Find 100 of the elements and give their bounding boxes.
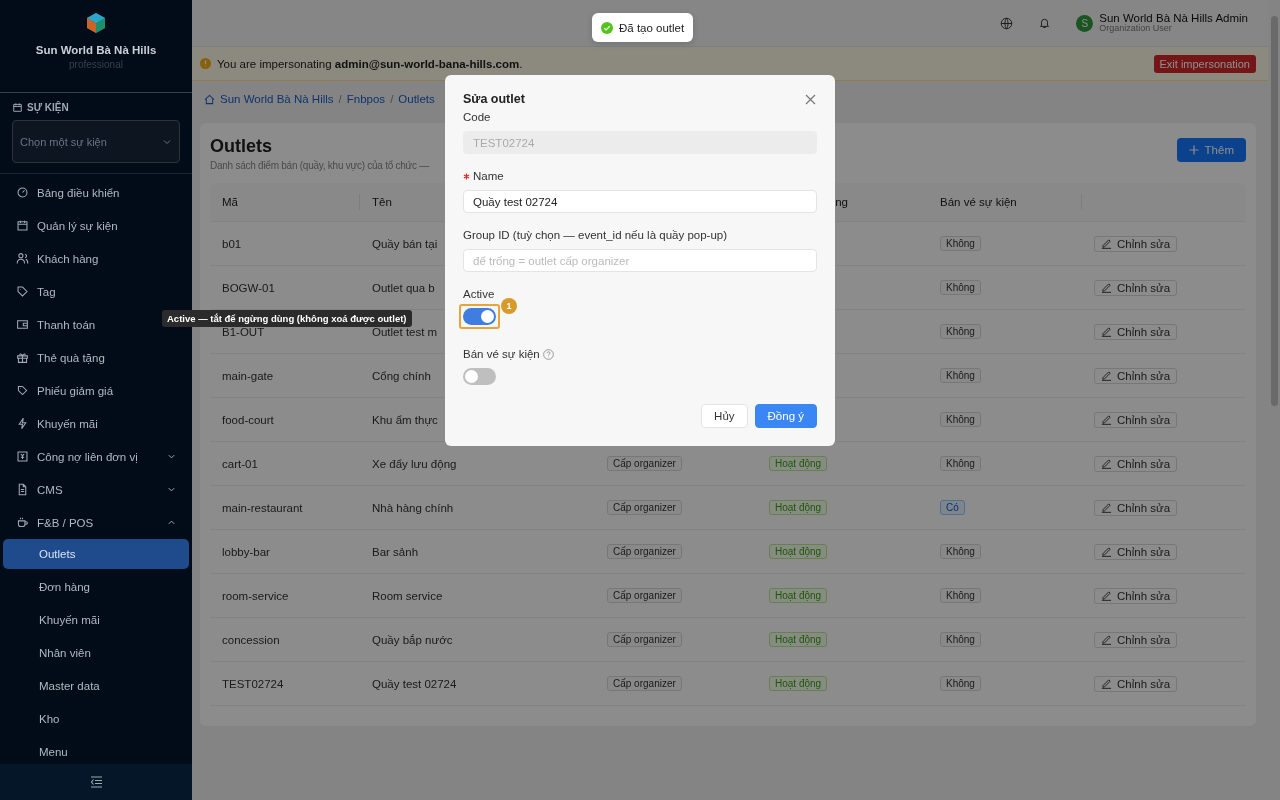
toggle-switch[interactable]	[463, 368, 496, 385]
scope-tag: Cấp organizer	[607, 632, 682, 647]
pencil-icon	[1101, 458, 1112, 469]
edit-button[interactable]: Chỉnh sửa	[1094, 235, 1178, 252]
pencil-icon	[1101, 326, 1112, 337]
column-header: ng	[835, 196, 848, 208]
breadcrumb-separator: /	[390, 93, 394, 105]
nav-subitem[interactable]: Đơn hàng	[3, 572, 189, 602]
dialog-title: Sửa outlet	[463, 92, 525, 106]
nav-subitem[interactable]: Kho	[3, 704, 189, 734]
table-cell: Xe đẩy lưu động	[372, 457, 457, 470]
tag-icon	[16, 285, 29, 298]
nav-item[interactable]: Bảng điều khiển	[0, 176, 136, 209]
pencil-icon	[1101, 590, 1112, 601]
page-subtitle: Danh sách điểm bán (quầy, khu vực) của tổ chức —	[210, 160, 430, 171]
close-icon[interactable]	[805, 93, 816, 105]
status-tag: Hoạt động	[769, 676, 828, 691]
ticket-sale-tag: Không	[940, 676, 981, 691]
confirm-button[interactable]: Đồng ý	[754, 404, 817, 428]
edit-button[interactable]: Chỉnh sửa	[1094, 323, 1178, 340]
nav-item[interactable]: Thẻ quà tặng	[0, 341, 121, 374]
edit-button[interactable]: Chỉnh sửa	[1094, 587, 1178, 604]
edit-button[interactable]: Chỉnh sửa	[1094, 675, 1178, 692]
pencil-icon	[1101, 678, 1112, 689]
nav-item[interactable]: Khách hàng	[0, 242, 115, 275]
scope-tag: Cấp organizer	[607, 456, 682, 471]
table-cell: Outlet test m	[372, 325, 438, 338]
cup-icon	[16, 516, 29, 529]
nav-item[interactable]: Phiếu giảm giá	[0, 374, 130, 407]
nav-item[interactable]: Thanh toán	[0, 308, 112, 341]
table-cell: Outlet qua b	[372, 281, 435, 294]
edit-button[interactable]: Chỉnh sửa	[1094, 455, 1178, 472]
scope-tag: Cấp organizer	[607, 588, 682, 603]
edit-button[interactable]: Chỉnh sửa	[1094, 279, 1178, 296]
input-field[interactable]: Quầy test 02724	[463, 190, 817, 213]
calendar-icon	[12, 102, 23, 113]
scope-tag: Cấp organizer	[607, 500, 682, 515]
nav-subitem[interactable]: Master data	[3, 671, 189, 701]
document-icon	[16, 483, 29, 496]
user-role: Organization User	[1099, 24, 1173, 35]
status-tag: Hoạt động	[769, 544, 828, 559]
page-title: Outlets	[210, 136, 273, 157]
bell-icon[interactable]	[1039, 17, 1051, 29]
gift-icon	[16, 351, 29, 364]
column-header: Bán vé sự kiện	[940, 196, 1017, 208]
ledger-icon	[16, 450, 29, 463]
status-tag: Hoạt động	[769, 588, 828, 603]
table-cell: b01	[222, 237, 242, 250]
nav-subitem[interactable]: Nhân viên	[3, 638, 189, 668]
nav-item[interactable]: Công nợ liên đơn vị	[0, 440, 192, 473]
pencil-icon	[1101, 282, 1112, 293]
ticket-sale-tag: Không	[940, 236, 981, 251]
status-tag: Hoạt động	[769, 456, 828, 471]
tag-icon	[16, 384, 29, 397]
impersonation-message: You are impersonating admin@sun-world-bana-hills.com.	[217, 57, 524, 70]
nav-item[interactable]: F&B / POS	[0, 506, 192, 539]
nav-subitem[interactable]: Khuyến mãi	[3, 605, 189, 635]
table-cell: Cổng chính	[372, 369, 431, 382]
nav-subitem[interactable]: Menu	[3, 737, 189, 764]
field-label: Bán vé sự kiện	[463, 348, 540, 360]
nav-item[interactable]: CMS	[0, 473, 192, 506]
ticket-sale-tag: Không	[940, 280, 981, 295]
pencil-icon	[1101, 238, 1112, 249]
nav-subitem[interactable]: Outlets	[3, 539, 189, 569]
table-cell: B1-OUT	[222, 325, 265, 338]
edit-button[interactable]: Chỉnh sửa	[1094, 543, 1178, 560]
brand-name: Sun World Bà Nà Hills	[35, 44, 157, 56]
ticket-sale-tag: Không	[940, 368, 981, 383]
pencil-icon	[1101, 370, 1112, 381]
ticket-sale-tag: Không	[940, 632, 981, 647]
column-header: Tên	[372, 196, 392, 208]
ticket-sale-tag: Không	[940, 456, 981, 471]
table-cell: Bar sảnh	[372, 545, 419, 558]
nav-item[interactable]: Khuyến mãi	[0, 407, 114, 440]
field-label: Active	[463, 288, 495, 300]
globe-icon[interactable]	[1000, 16, 1014, 30]
collapse-menu-icon[interactable]	[89, 776, 103, 788]
pencil-icon	[1101, 502, 1112, 513]
pencil-icon	[1101, 546, 1112, 557]
edit-button[interactable]: Chỉnh sửa	[1094, 411, 1178, 428]
table-cell: Quầy bắp nước	[372, 633, 453, 646]
nav-item[interactable]: Tag	[0, 275, 72, 308]
column-header: Mã	[222, 196, 238, 208]
input-field[interactable]: để trống = outlet cấp organizer	[463, 249, 817, 272]
table-cell: main-gate	[222, 369, 274, 382]
cancel-button[interactable]: Hủy	[701, 404, 748, 428]
nav-item[interactable]: Quản lý sự kiện	[0, 209, 134, 242]
users-icon	[16, 252, 29, 265]
edit-button[interactable]: Chỉnh sửa	[1094, 367, 1178, 384]
tooltip: Active — tắt để ngừng dùng (không xoá được outlet)	[162, 310, 412, 327]
field-label: Group ID (tuỳ chọn — event_id nếu là quầy pop-up)	[463, 229, 728, 241]
success-icon	[601, 21, 613, 34]
ticket-sale-tag: Có	[940, 500, 965, 515]
table-cell: Room service	[372, 589, 443, 602]
edit-button[interactable]: Chỉnh sửa	[1094, 499, 1178, 516]
exit-impersonation-button[interactable]: Exit impersonation	[1153, 54, 1256, 73]
event-select[interactable]: Chọn một sự kiện	[12, 120, 180, 163]
step-badge: 1	[501, 298, 517, 314]
edit-button[interactable]: Chỉnh sửa	[1094, 631, 1178, 648]
scope-tag: Cấp organizer	[607, 676, 682, 691]
